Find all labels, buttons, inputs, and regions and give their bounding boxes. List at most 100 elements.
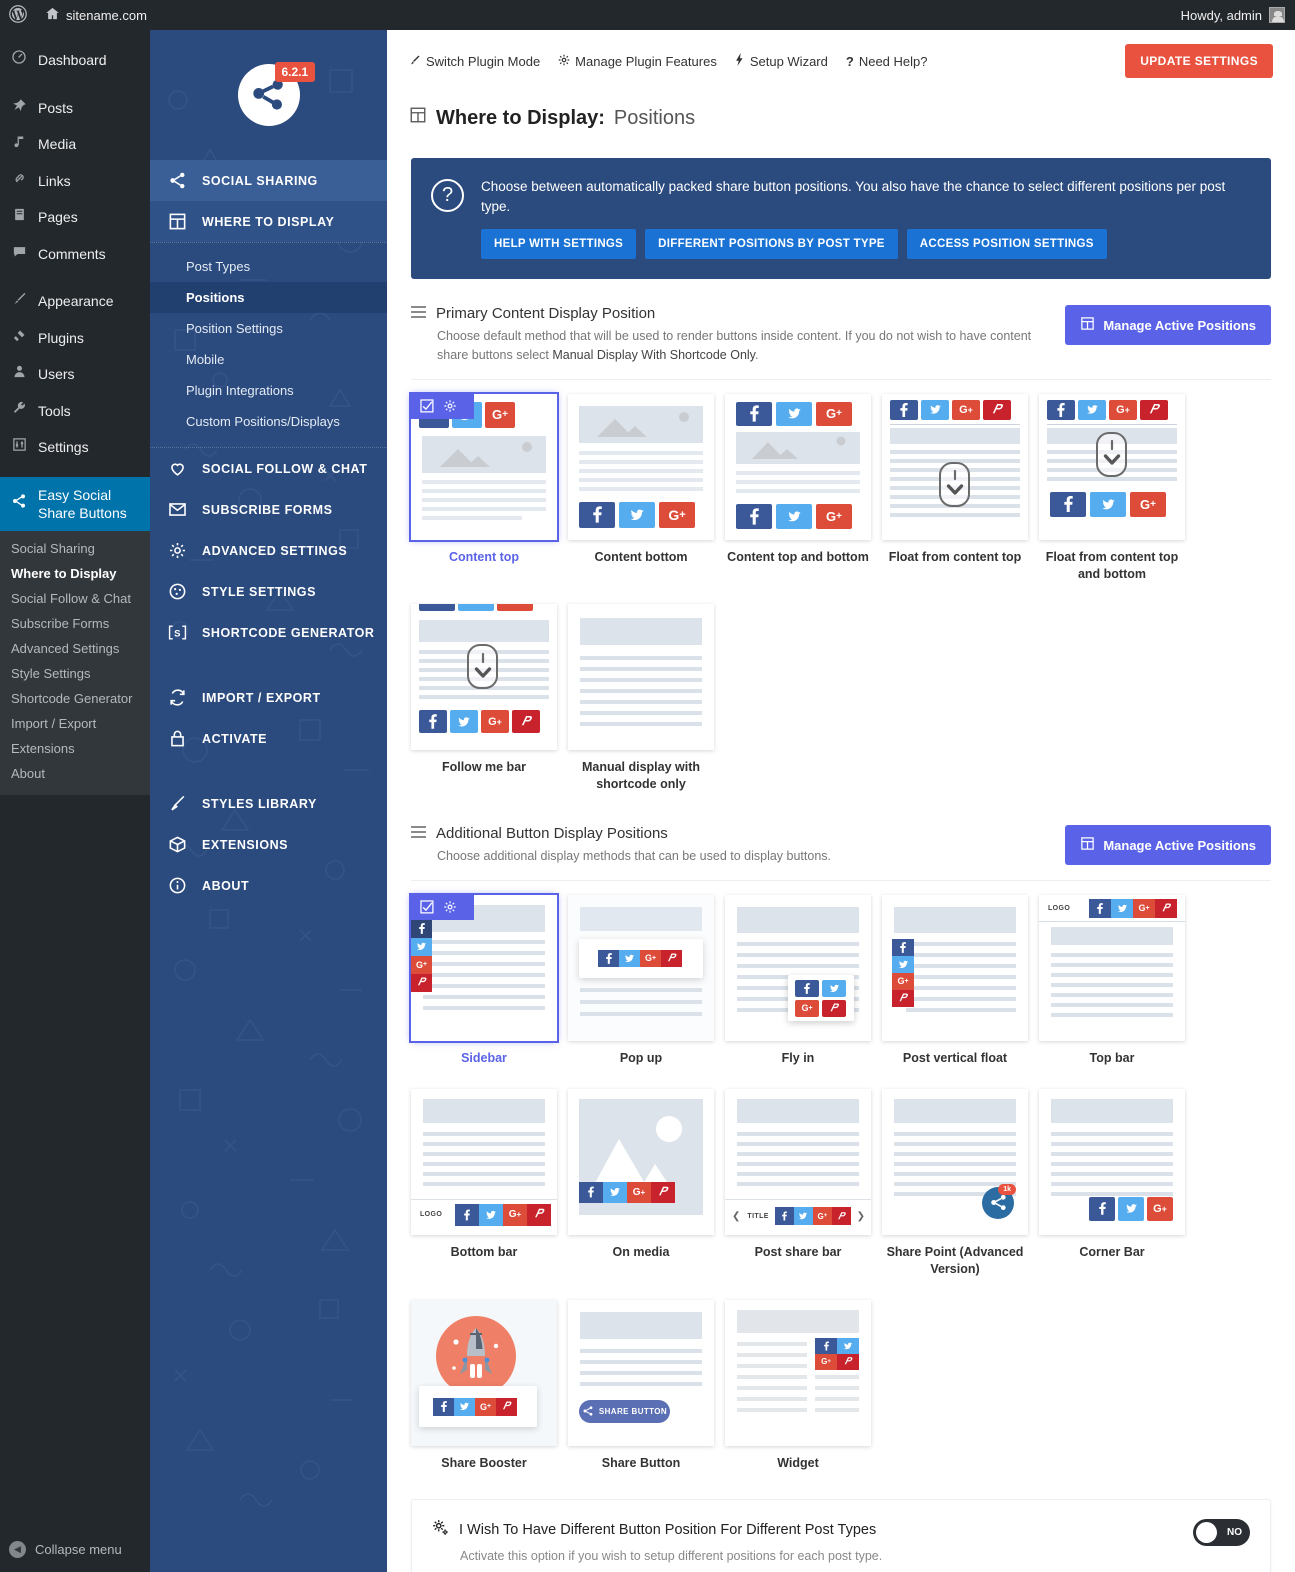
sidebar-subitem-subscribe-forms[interactable]: Subscribe Forms: [0, 611, 150, 636]
wordpress-logo-item[interactable]: [0, 0, 36, 30]
plugin-nav-extensions[interactable]: EXTENSIONS: [150, 824, 387, 865]
position-card-float-from-content-top[interactable]: G + 𝑃 Float from content top: [882, 393, 1028, 583]
sidebar-item-media[interactable]: Media: [0, 126, 150, 163]
layout-icon: [1080, 836, 1095, 854]
need-help-link[interactable]: ? Need Help?: [846, 54, 928, 69]
position-thumb: SHARE BUTTON: [568, 1299, 714, 1446]
sidebar-subitem-shortcode-generator[interactable]: Shortcode Generator: [0, 686, 150, 711]
gear-icon[interactable]: [443, 399, 457, 413]
checkbox-checked-icon[interactable]: [420, 399, 434, 413]
position-card-follow-me-bar[interactable]: G + 𝑃 Follow me bar: [411, 604, 557, 793]
sidebar-subitem-about[interactable]: About: [0, 761, 150, 786]
plugin-nav-where-to-display[interactable]: WHERE TO DISPLAY: [150, 201, 387, 242]
sidebar-label: Pages: [38, 209, 78, 226]
sidebar-label: Dashboard: [38, 51, 107, 68]
sidebar-subitem-import-export[interactable]: Import / Export: [0, 711, 150, 736]
access-position-settings-button[interactable]: ACCESS POSITION SETTINGS: [906, 229, 1107, 260]
sidebar-item-links[interactable]: Links: [0, 163, 150, 200]
position-card-fly-in[interactable]: G + 𝑃 Fly in: [725, 894, 871, 1067]
card-label: On media: [612, 1244, 670, 1259]
position-card-corner-bar[interactable]: G + Corner Bar: [1039, 1088, 1185, 1278]
sidebar-subitem-where-to-display[interactable]: Where to Display: [0, 561, 150, 586]
position-card-float-from-content-top-and-bottom[interactable]: G + 𝑃 G + Float from content top and bot…: [1039, 393, 1185, 583]
card-label: Bottom bar: [450, 1244, 518, 1259]
sidebar-item-settings[interactable]: Settings: [0, 429, 150, 466]
sidebar-subitem-social-sharing[interactable]: Social Sharing: [0, 536, 150, 561]
sidebar-item-dashboard[interactable]: Dashboard: [0, 41, 150, 79]
update-settings-button[interactable]: UPDATE SETTINGS: [1125, 44, 1273, 78]
layout-icon: [166, 212, 188, 231]
chevron-left-icon[interactable]: ❮: [732, 1211, 740, 1222]
plugin-subitem-custom-positions[interactable]: Custom Positions/Displays: [150, 406, 387, 437]
plugin-subitem-positions[interactable]: Positions: [150, 282, 387, 313]
different-positions-by-post-type-button[interactable]: DIFFERENT POSITIONS BY POST TYPE: [645, 229, 898, 260]
collapse-menu-button[interactable]: ◀ Collapse menu: [0, 1529, 150, 1572]
plugin-subitem-plugin-integrations[interactable]: Plugin Integrations: [150, 375, 387, 406]
sidebar-item-easy-social-share-buttons[interactable]: Easy Social Share Buttons: [0, 476, 150, 531]
additional-button-display-section: Additional Button Display Positions Choo…: [411, 825, 1271, 1471]
wordpress-logo-icon: [9, 4, 27, 26]
sidebar-item-comments[interactable]: Comments: [0, 236, 150, 273]
bolt-icon: [735, 53, 745, 69]
sidebar-item-posts[interactable]: Posts: [0, 90, 150, 127]
chevron-right-icon[interactable]: ❯: [857, 1211, 865, 1222]
checkbox-checked-icon[interactable]: [420, 900, 434, 914]
sliders-icon: [9, 437, 29, 458]
manage-active-positions-additional-button[interactable]: Manage Active Positions: [1065, 825, 1271, 866]
sidebar-subitem-social-follow-chat[interactable]: Social Follow & Chat: [0, 586, 150, 611]
position-card-content-top-and-bottom[interactable]: G + G + Content top and bottom: [725, 393, 871, 583]
help-with-settings-button[interactable]: HELP WITH SETTINGS: [481, 229, 637, 260]
setup-wizard-link[interactable]: Setup Wizard: [735, 53, 828, 69]
manage-active-positions-primary-button[interactable]: Manage Active Positions: [1065, 305, 1271, 346]
home-icon: [45, 6, 60, 24]
position-card-bottom-bar[interactable]: LOGO G + 𝑃 Bottom bar: [411, 1088, 557, 1278]
sidebar-item-appearance[interactable]: Appearance: [0, 283, 150, 320]
position-card-content-top[interactable]: G + Content top: [411, 393, 557, 583]
position-card-pop-up[interactable]: G + 𝑃 Pop up: [568, 894, 714, 1067]
plugin-nav-advanced-settings[interactable]: ADVANCED SETTINGS: [150, 530, 387, 571]
plugin-nav-about[interactable]: ABOUT: [150, 865, 387, 906]
position-thumb: G + 𝑃: [725, 1299, 871, 1446]
plugin-nav-label: STYLES LIBRARY: [202, 796, 317, 811]
sidebar-item-tools[interactable]: Tools: [0, 393, 150, 430]
sidebar-subitem-style-settings[interactable]: Style Settings: [0, 661, 150, 686]
site-name-item[interactable]: sitename.com: [36, 0, 156, 30]
plugin-nav-import-export[interactable]: IMPORT / EXPORT: [150, 677, 387, 718]
position-card-post-share-bar[interactable]: ❮ TITLE G + 𝑃 ❯ Post share bar: [725, 1088, 871, 1278]
manage-plugin-features-link[interactable]: Manage Plugin Features: [558, 54, 717, 69]
plugin-nav-social-sharing[interactable]: SOCIAL SHARING: [150, 160, 387, 201]
banner-buttons: HELP WITH SETTINGS DIFFERENT POSITIONS B…: [481, 229, 1251, 260]
plugin-nav-subscribe-forms[interactable]: SUBSCRIBE FORMS: [150, 489, 387, 530]
position-card-content-bottom[interactable]: G + Content bottom: [568, 393, 714, 583]
card-selected-overlay: [411, 393, 474, 419]
plugin-nav-shortcode-generator[interactable]: S SHORTCODE GENERATOR: [150, 612, 387, 653]
position-card-manual-display-with-shortcode-only[interactable]: Manual display with shortcode only: [568, 604, 714, 793]
sidebar-subitem-extensions[interactable]: Extensions: [0, 736, 150, 761]
plugin-nav-activate[interactable]: ACTIVATE: [150, 718, 387, 759]
gear-icon[interactable]: [443, 900, 457, 914]
switch-plugin-mode-link[interactable]: Switch Plugin Mode: [409, 54, 540, 69]
sidebar-label: Users: [38, 366, 75, 383]
admin-bar-right[interactable]: Howdy, admin: [1181, 7, 1295, 23]
position-card-share-booster[interactable]: G + 𝑃 Share Booster: [411, 1299, 557, 1472]
position-card-share-point[interactable]: 1k Share Point (Advanced Version): [882, 1088, 1028, 1278]
plugin-nav-social-follow-chat[interactable]: SOCIAL FOLLOW & CHAT: [150, 448, 387, 489]
position-card-post-vertical-float[interactable]: G + 𝑃 Post vertical float: [882, 894, 1028, 1067]
position-card-widget[interactable]: G + 𝑃 Widget: [725, 1299, 871, 1472]
page-icon: [9, 207, 29, 228]
plugin-nav-styles-library[interactable]: STYLES LIBRARY: [150, 783, 387, 824]
different-position-toggle[interactable]: NO: [1193, 1519, 1250, 1547]
position-card-top-bar[interactable]: LOGO G + 𝑃 Top bar: [1039, 894, 1185, 1067]
position-card-on-media[interactable]: G + 𝑃 On media: [568, 1088, 714, 1278]
position-thumb: G + G +: [725, 393, 871, 540]
sidebar-item-pages[interactable]: Pages: [0, 199, 150, 236]
plugin-subitem-mobile[interactable]: Mobile: [150, 344, 387, 375]
position-card-share-button[interactable]: SHARE BUTTON Share Button: [568, 1299, 714, 1472]
sidebar-item-users[interactable]: Users: [0, 356, 150, 393]
plugin-nav-style-settings[interactable]: STYLE SETTINGS: [150, 571, 387, 612]
position-card-sidebar[interactable]: G + 𝑃 Sidebar: [411, 894, 557, 1067]
sidebar-subitem-advanced-settings[interactable]: Advanced Settings: [0, 636, 150, 661]
plugin-subitem-post-types[interactable]: Post Types: [150, 251, 387, 282]
plugin-subitem-position-settings[interactable]: Position Settings: [150, 313, 387, 344]
sidebar-item-plugins[interactable]: Plugins: [0, 320, 150, 357]
